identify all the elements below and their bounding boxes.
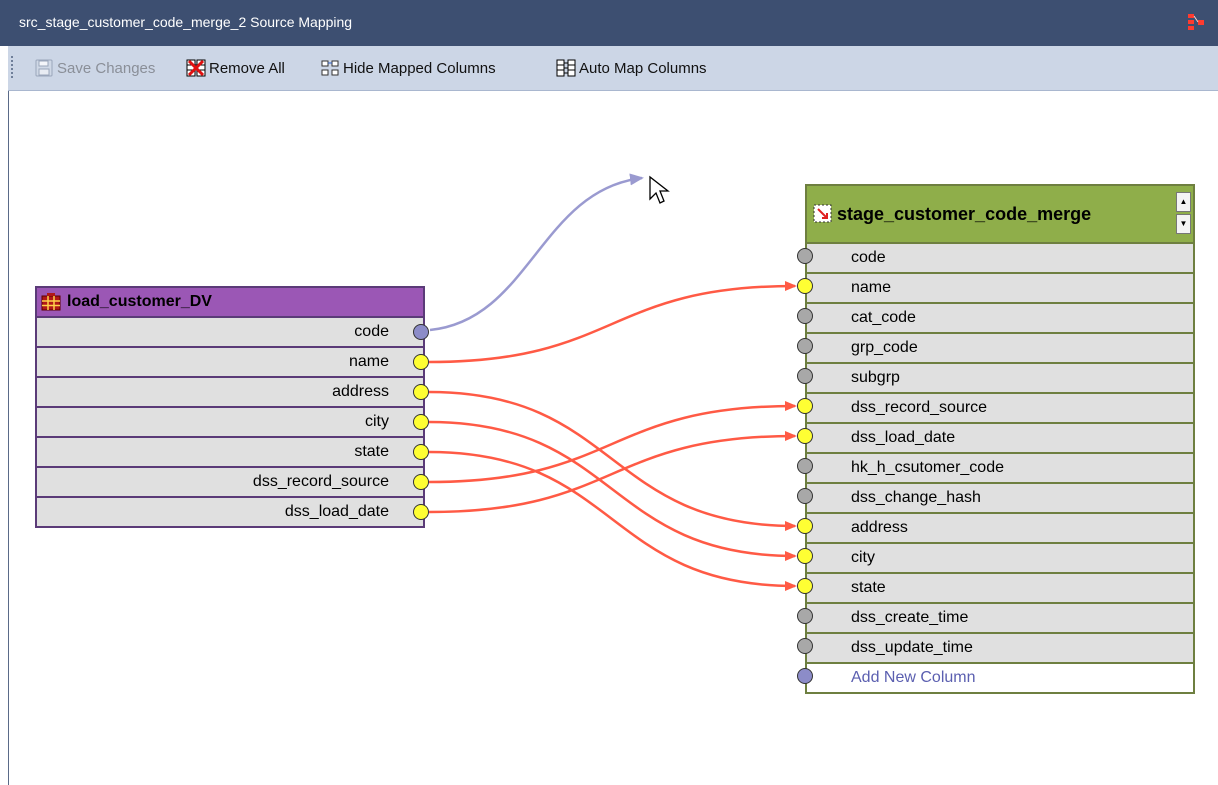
add-new-column-row[interactable]: Add New Column [807, 664, 1193, 692]
source-connector-dot[interactable] [413, 354, 429, 370]
source-connector-dot[interactable] [413, 474, 429, 490]
source-column-label: dss_load_date [284, 503, 389, 520]
target-column-label: dss_update_time [851, 639, 973, 656]
source-connector-dot[interactable] [413, 504, 429, 520]
source-column-label: dss_record_source [252, 473, 389, 490]
target-column-label: cat_code [851, 309, 916, 326]
mapping-line[interactable] [428, 401, 797, 484]
target-connector-dot[interactable] [797, 428, 813, 444]
target-connector-dot[interactable] [797, 368, 813, 384]
target-table-header[interactable]: stage_customer_code_merge ▲ ▼ [807, 186, 1193, 244]
target-scroll-buttons: ▲ ▼ [1176, 192, 1191, 234]
target-column-label: dss_change_hash [851, 489, 981, 506]
target-column-row[interactable]: dss_update_time [807, 634, 1193, 664]
source-column-row[interactable]: city [37, 408, 423, 438]
source-table-name: load_customer_DV [67, 293, 212, 310]
target-column-label: address [851, 519, 908, 536]
target-connector-dot[interactable] [797, 338, 813, 354]
target-connector-dot[interactable] [797, 308, 813, 324]
source-column-label: state [354, 443, 389, 460]
mapping-line[interactable] [428, 390, 797, 531]
source-column-label: city [365, 413, 389, 430]
target-column-row[interactable]: hk_h_csutomer_code [807, 454, 1193, 484]
target-connector-dot[interactable] [797, 638, 813, 654]
target-connector-dot[interactable] [797, 518, 813, 534]
source-column-row[interactable]: name [37, 348, 423, 378]
target-column-row[interactable]: dss_create_time [807, 604, 1193, 634]
scroll-down-button[interactable]: ▼ [1176, 214, 1191, 234]
scroll-up-button[interactable]: ▲ [1176, 192, 1191, 212]
source-column-label: address [332, 383, 389, 400]
target-column-label: name [851, 279, 892, 296]
source-column-row[interactable]: dss_load_date [37, 498, 423, 526]
target-column-label: subgrp [851, 369, 900, 386]
source-column-label: code [354, 323, 389, 340]
target-column-label: dss_create_time [851, 609, 969, 626]
target-column-label: dss_record_source [851, 399, 988, 416]
target-column-row[interactable]: code [807, 244, 1193, 274]
target-column-row[interactable]: subgrp [807, 364, 1193, 394]
source-connector-dot[interactable] [413, 444, 429, 460]
target-table[interactable]: stage_customer_code_merge ▲ ▼ code name ca… [805, 184, 1195, 694]
mouse-cursor-icon [649, 175, 670, 204]
target-connector-dot[interactable] [797, 608, 813, 624]
add-new-column-label: Add New Column [851, 669, 976, 686]
target-connector-dot[interactable] [797, 248, 813, 264]
mapping-line[interactable] [428, 420, 797, 561]
source-connector-dot[interactable] [413, 414, 429, 430]
source-connector-dot[interactable] [413, 384, 429, 400]
target-connector-dot[interactable] [797, 578, 813, 594]
target-column-row[interactable]: city [807, 544, 1193, 574]
target-column-row[interactable]: dss_record_source [807, 394, 1193, 424]
target-column-row[interactable]: grp_code [807, 334, 1193, 364]
target-column-row[interactable]: state [807, 574, 1193, 604]
target-connector-dot[interactable] [797, 278, 813, 294]
mapping-line[interactable] [428, 450, 797, 591]
target-connector-dot[interactable] [797, 548, 813, 564]
source-connector-dot[interactable] [413, 324, 429, 340]
target-column-label: grp_code [851, 339, 918, 356]
source-table-header[interactable]: load_customer_DV [37, 288, 423, 318]
pending-drag-line [429, 173, 644, 332]
target-connector-dot[interactable] [797, 488, 813, 504]
target-column-label: city [851, 549, 875, 566]
target-column-label: state [851, 579, 886, 596]
target-column-row[interactable]: address [807, 514, 1193, 544]
table-icon [41, 293, 61, 311]
source-table[interactable]: load_customer_DV code name address city stat… [35, 286, 425, 528]
source-column-row[interactable]: dss_record_source [37, 468, 423, 498]
stage-table-icon [813, 204, 832, 223]
source-column-row[interactable]: code [37, 318, 423, 348]
target-column-row[interactable]: dss_load_date [807, 424, 1193, 454]
source-column-label: name [348, 353, 389, 370]
target-column-label: hk_h_csutomer_code [851, 459, 1004, 476]
target-table-name: stage_customer_code_merge [837, 203, 1092, 224]
mapping-line[interactable] [428, 431, 797, 514]
target-column-row[interactable]: dss_change_hash [807, 484, 1193, 514]
target-column-label: code [851, 249, 886, 266]
target-column-row[interactable]: name [807, 274, 1193, 304]
target-connector-dot[interactable] [797, 458, 813, 474]
source-column-row[interactable]: state [37, 438, 423, 468]
target-column-row[interactable]: cat_code [807, 304, 1193, 334]
mapping-line[interactable] [428, 281, 797, 364]
add-new-connector-dot[interactable] [797, 668, 813, 684]
target-column-label: dss_load_date [851, 429, 956, 446]
source-column-row[interactable]: address [37, 378, 423, 408]
target-connector-dot[interactable] [797, 398, 813, 414]
